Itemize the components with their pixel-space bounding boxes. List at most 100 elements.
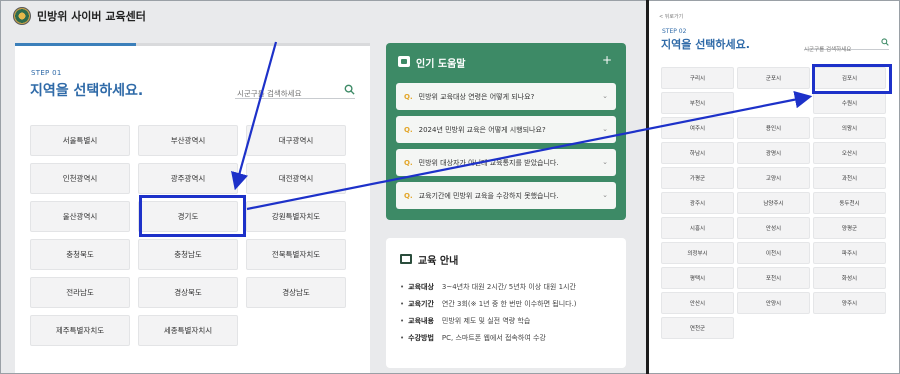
step2-search-box <box>804 36 889 53</box>
faq-q-marker: Q. <box>404 92 413 101</box>
region-button[interactable]: 부산광역시 <box>138 125 238 156</box>
logo-icon <box>13 7 31 25</box>
city-button[interactable]: 군포시 <box>737 67 810 89</box>
plus-icon[interactable]: + <box>602 53 612 67</box>
city-button[interactable]: 남양주시 <box>737 192 810 214</box>
faq-item[interactable]: Q. 교육기간에 민방위 교육을 수강하지 못했습니다. ⌄ <box>396 182 616 209</box>
city-button[interactable]: 광명시 <box>737 142 810 164</box>
region-button[interactable]: 경상남도 <box>246 277 346 308</box>
app-title: 민방위 사이버 교육센터 <box>37 10 146 23</box>
region-button[interactable]: 강원특별자치도 <box>246 201 346 232</box>
edu-row: • 교육대상 3~4년차 대원 2시간/ 5년차 이상 대원 1시간 <box>400 283 576 291</box>
search-box <box>235 81 355 99</box>
region-button[interactable]: 광주광역시 <box>138 163 238 194</box>
city-button[interactable]: 가평군 <box>661 167 734 189</box>
city-button[interactable]: 광주시 <box>661 192 734 214</box>
city-button[interactable]: 고양시 <box>737 167 810 189</box>
region-button[interactable]: 전북특별자치도 <box>246 239 346 270</box>
edu-value: 3~4년차 대원 2시간/ 5년차 이상 대원 1시간 <box>441 283 576 291</box>
chevron-down-icon: ⌄ <box>602 191 608 199</box>
city-button[interactable]: 용인시 <box>737 117 810 139</box>
search-icon[interactable] <box>881 38 889 46</box>
city-grid: 구리시 군포시 김포시 부천시 수원시 여주시 용인시 의왕시 하남시 광명시 오산시 가평군 고양시 과… <box>661 67 886 339</box>
faq-item[interactable]: Q. 민방위 교육대상 연령은 어떻게 되나요? ⌄ <box>396 83 616 110</box>
region-button[interactable]: 충청북도 <box>30 239 130 270</box>
region-button[interactable]: 대구광역시 <box>246 125 346 156</box>
faq-text: 민방위 교육대상 연령은 어떻게 되나요? <box>418 92 535 101</box>
city-button[interactable]: 하남시 <box>661 142 734 164</box>
progress-bar <box>15 43 370 46</box>
faq-q-marker: Q. <box>404 125 413 134</box>
brand[interactable]: 민방위 사이버 교육센터 <box>13 7 146 25</box>
edu-key: 교육기간 <box>408 300 434 308</box>
city-button[interactable]: 평택시 <box>661 267 734 289</box>
chevron-down-icon: ⌄ <box>602 158 608 166</box>
edu-key: 교육내용 <box>408 317 434 325</box>
step2-label: STEP 02 <box>662 28 687 35</box>
faq-q-marker: Q. <box>404 158 413 167</box>
city-button[interactable]: 여주시 <box>661 117 734 139</box>
edu-value: 연간 3회(※ 1년 중 한 번만 이수하면 됩니다.) <box>441 300 577 308</box>
education-info-panel: 교육 안내 • 교육대상 3~4년차 대원 2시간/ 5년차 이상 대원 1시간 •… <box>386 238 626 368</box>
city-button[interactable]: 의왕시 <box>813 117 886 139</box>
city-button[interactable]: 안산시 <box>661 292 734 314</box>
city-button[interactable]: 안성시 <box>737 217 810 239</box>
back-link[interactable]: < 뒤로가기 <box>659 13 683 20</box>
city-button[interactable]: 이천시 <box>737 242 810 264</box>
edu-title: 교육 안내 <box>418 256 459 267</box>
faq-text: 교육기간에 민방위 교육을 수강하지 못했습니다. <box>418 191 559 200</box>
city-button[interactable]: 구리시 <box>661 67 734 89</box>
search-input[interactable] <box>235 85 335 98</box>
help-panel: 인기 도움말 + Q. 민방위 교육대상 연령은 어떻게 되나요? ⌄ Q. 2… <box>386 43 626 220</box>
edu-key: 수강방법 <box>408 334 434 342</box>
city-button[interactable]: 의정부시 <box>661 242 734 264</box>
faq-q-marker: Q. <box>404 191 413 200</box>
step-title: 지역을 선택하세요. <box>30 83 144 99</box>
region-button[interactable]: 세종특별자치시 <box>138 315 238 346</box>
city-button[interactable]: 시흥시 <box>661 217 734 239</box>
step1-screen: 민방위 사이버 교육센터 STEP 01 지역을 선택하세요. 서울특별시 부산… <box>1 1 646 373</box>
region-button[interactable]: 제주특별자치도 <box>30 315 130 346</box>
city-button[interactable]: 포천시 <box>737 267 810 289</box>
step2-title: 지역을 선택하세요. <box>661 38 750 51</box>
step2-screen: < 뒤로가기 STEP 02 지역을 선택하세요. 구리시군포시김포시부천시수원… <box>649 1 899 373</box>
faq-item[interactable]: Q. 2024년 민방위 교육은 어떻게 시행되나요? ⌄ <box>396 116 616 143</box>
search-icon[interactable] <box>344 84 355 95</box>
city-button[interactable]: 안양시 <box>737 292 810 314</box>
region-button[interactable]: 인천광역시 <box>30 163 130 194</box>
edu-row: • 교육내용 민방위 제도 및 실전 역량 학습 <box>400 317 531 325</box>
selection-highlight-gyeonggi <box>139 195 246 237</box>
city-button[interactable]: 양평군 <box>813 217 886 239</box>
selection-highlight-gimpo <box>812 64 892 94</box>
edu-value: 민방위 제도 및 실전 역량 학습 <box>441 317 531 325</box>
chat-icon <box>398 56 410 67</box>
region-button[interactable]: 대전광역시 <box>246 163 346 194</box>
city-button[interactable]: 양주시 <box>813 292 886 314</box>
city-button[interactable]: 부천시 <box>661 92 734 114</box>
city-button[interactable]: 화성시 <box>813 267 886 289</box>
region-button[interactable]: 서울특별시 <box>30 125 130 156</box>
region-button[interactable]: 충청남도 <box>138 239 238 270</box>
progress-fill <box>15 43 136 46</box>
chevron-down-icon: ⌄ <box>602 92 608 100</box>
step-label: STEP 01 <box>31 69 62 77</box>
chevron-down-icon: ⌄ <box>602 125 608 133</box>
faq-item[interactable]: Q. 민방위 대상자가 아닌데 교육통지를 받았습니다. ⌄ <box>396 149 616 176</box>
city-button[interactable]: 수원시 <box>813 92 886 114</box>
city-slot-empty <box>737 92 810 114</box>
edu-row: • 교육기간 연간 3회(※ 1년 중 한 번만 이수하면 됩니다.) <box>400 300 577 308</box>
book-icon <box>400 254 412 264</box>
city-button[interactable]: 연천군 <box>661 317 734 339</box>
city-button[interactable]: 동두천시 <box>813 192 886 214</box>
edu-key: 교육대상 <box>408 283 434 291</box>
faq-text: 민방위 대상자가 아닌데 교육통지를 받았습니다. <box>418 158 559 167</box>
city-button[interactable]: 오산시 <box>813 142 886 164</box>
city-button[interactable]: 과천시 <box>813 167 886 189</box>
step2-search-input[interactable] <box>804 44 874 53</box>
city-button[interactable]: 파주시 <box>813 242 886 264</box>
region-button[interactable]: 경상북도 <box>138 277 238 308</box>
faq-text: 2024년 민방위 교육은 어떻게 시행되나요? <box>418 125 546 134</box>
region-button[interactable]: 울산광역시 <box>30 201 130 232</box>
edu-row: • 수강방법 PC, 스마트폰 웹에서 접속하여 수강 <box>400 334 546 342</box>
region-button[interactable]: 전라남도 <box>30 277 130 308</box>
